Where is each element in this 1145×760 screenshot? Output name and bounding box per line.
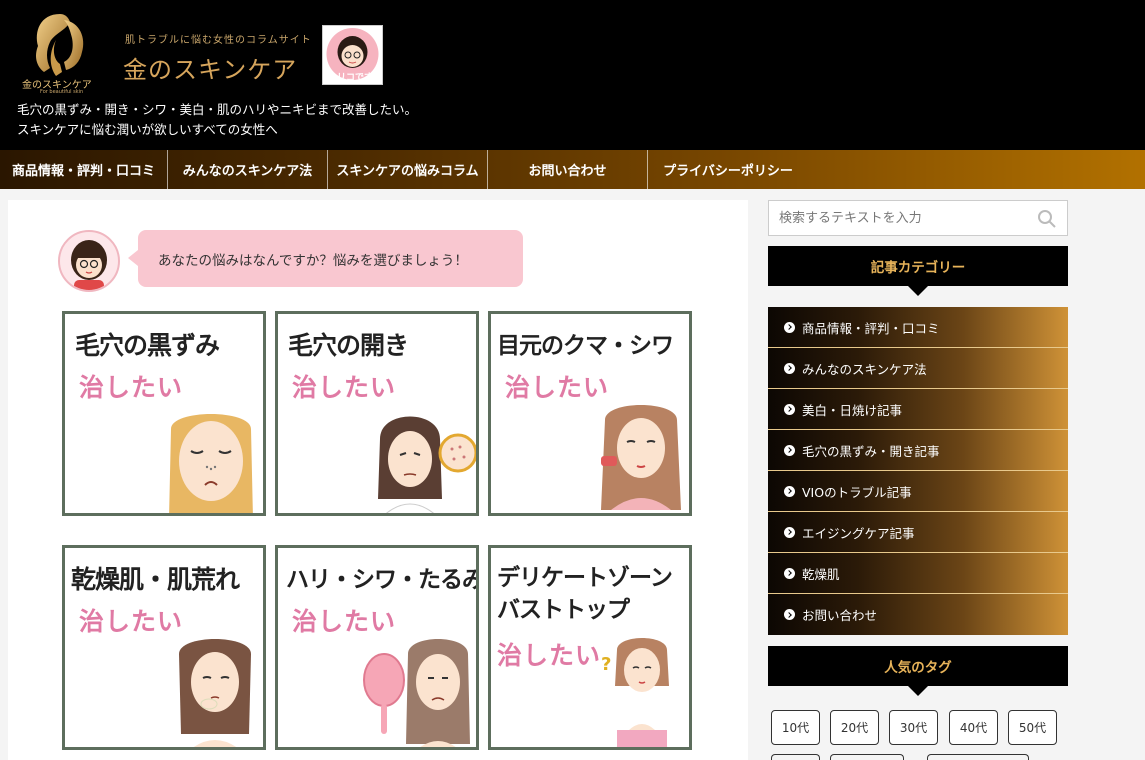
category-item-label: お問い合わせ [802,608,878,623]
card-subtitle: 治したい [497,641,602,670]
author-badge[interactable]: リコです [322,25,383,85]
concern-card-blackheads[interactable]: 毛穴の黒ずみ 治したい [62,311,266,516]
card-title: 乾燥肌・肌荒れ [71,565,240,594]
tags-widget-heading: 人気のタグ [768,646,1068,696]
card-subtitle: 治したい [292,373,397,402]
card-subtitle: 治したい [505,373,610,402]
speech-bubble-text: あなたの悩みはなんですか？悩みを選びましょう！ [158,252,468,269]
chevron-right-icon [784,403,795,415]
chevron-right-icon [784,567,795,579]
nav-item-contact[interactable]: お問い合わせ [488,150,648,189]
author-badge-label: リコです [337,73,374,83]
tag-item-partial[interactable] [830,754,904,760]
chevron-right-icon [784,321,795,333]
card-title: ハリ・シワ・たるみ [286,567,479,593]
category-list: 商品情報・評判・口コミ みんなのスキンケア法 美白・日焼け記事 毛穴の黒ずみ・開… [768,307,1068,635]
chevron-right-icon [784,485,795,497]
card-title-line2: バストトップ [497,597,630,623]
woman-eye-illustration [601,405,681,510]
speaker-avatar [58,230,120,292]
card-subtitle: 治したい [79,607,184,636]
category-item-label: 美白・日焼け記事 [802,402,903,418]
category-item[interactable]: エイジングケア記事 [768,512,1068,553]
nav-item-privacy[interactable]: プライバシーポリシー [648,150,808,189]
category-item-label: 毛穴の黒ずみ・開き記事 [802,443,940,459]
woman-pores-illustration [378,416,476,513]
category-item-label: エイジングケア記事 [802,525,915,541]
concern-card-firmness[interactable]: ハリ・シワ・たるみ 治したい [275,545,479,750]
chevron-right-icon [784,526,795,538]
category-item-label: VIOのトラブル記事 [802,484,912,500]
tag-item-partial[interactable] [771,754,820,760]
tag-item[interactable]: 30代 [889,710,938,745]
category-item-label: みんなのスキンケア法 [802,361,927,377]
card-title: 毛穴の黒ずみ [75,331,220,360]
category-item[interactable]: 美白・日焼け記事 [768,389,1068,430]
site-title[interactable]: 金のスキンケア [123,50,297,85]
concern-card-eye-wrinkles[interactable]: 目元のクマ・シワ 治したい [488,311,692,516]
speech-bubble: あなたの悩みはなんですか？悩みを選びましょう！ [128,230,523,287]
girl-face-icon [71,240,107,290]
category-item-label: 商品情報・評判・口コミ [802,320,940,336]
category-item[interactable]: みんなのスキンケア法 [768,348,1068,389]
nav-item-skincare-methods[interactable]: みんなのスキンケア法 [168,150,328,189]
site-logo[interactable]: 金のスキンケア For beautiful skin [20,10,100,96]
svg-text:?: ? [601,654,611,675]
category-item-label: 乾燥肌 [802,566,840,582]
chevron-right-icon [784,362,795,374]
nav-item-products[interactable]: 商品情報・評判・口コミ [0,150,168,189]
card-title: 毛穴の開き [288,331,409,360]
card-title: デリケートゾーン [497,565,673,591]
global-nav: 商品情報・評判・口コミ みんなのスキンケア法 スキンケアの悩みコラム お問い合わ… [0,150,1145,189]
category-item[interactable]: 商品情報・評判・口コミ [768,307,1068,348]
concern-card-open-pores[interactable]: 毛穴の開き 治したい [275,311,479,516]
site-catchphrase: 肌トラブルに悩む女性のコラムサイト [125,35,312,46]
search-input[interactable] [769,201,1019,235]
main-content: あなたの悩みはなんですか？悩みを選びましょう！ 毛穴の黒ずみ 治したい 毛穴の開… [8,200,748,760]
worried-woman-illustration [169,414,253,513]
concern-card-dry-skin[interactable]: 乾燥肌・肌荒れ 治したい [62,545,266,750]
chevron-right-icon [784,609,795,620]
chevron-right-icon [784,444,795,456]
category-item[interactable]: 毛穴の黒ずみ・開き記事 [768,430,1068,471]
nav-item-columns[interactable]: スキンケアの悩みコラム [328,150,488,189]
woman-mirror-illustration [363,639,470,747]
tag-item[interactable]: 50代 [1008,710,1057,745]
category-widget-heading: 記事カテゴリー [768,246,1068,296]
logo-subtext: For beautiful skin [40,89,84,95]
woman-dry-skin-illustration [179,639,251,747]
site-header: 金のスキンケア For beautiful skin 肌トラブルに悩む女性のコラ… [0,0,1145,150]
card-subtitle: 治したい [79,373,184,402]
tag-item[interactable]: 40代 [949,710,998,745]
tag-item[interactable]: 20代 [830,710,879,745]
category-item[interactable]: お問い合わせ [768,594,1068,635]
card-title: 目元のクマ・シワ [497,333,674,359]
search-icon[interactable] [1037,209,1057,229]
card-subtitle: 治したい [292,607,397,636]
tag-item-partial[interactable] [927,754,1029,760]
woman-question-illustration: ? [601,638,669,747]
site-tagline: 毛穴の黒ずみ・開き・シワ・美白・肌のハリやニキビまで改善したい。スキンケアに悩む… [17,102,418,137]
category-item[interactable]: 乾燥肌 [768,553,1068,594]
category-item[interactable]: VIOのトラブル記事 [768,471,1068,512]
concern-card-delicate-zone[interactable]: デリケートゾーン バストトップ 治したい ? [488,545,692,750]
search-box [768,200,1068,236]
tag-item[interactable]: 10代 [771,710,820,745]
